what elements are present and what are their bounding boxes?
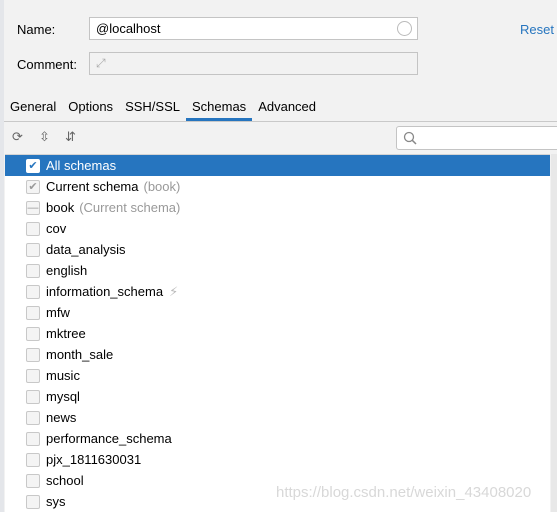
schema-hint: (book): [143, 179, 181, 194]
tab-bar: General Options SSH/SSL Schemas Advanced: [4, 96, 557, 122]
checkbox[interactable]: [26, 452, 40, 467]
schema-label: news: [46, 410, 77, 425]
schema-row[interactable]: data_analysis: [5, 239, 550, 260]
schema-list: ✔ All schemas ✔ Current schema (book) — book (C…: [5, 154, 550, 512]
schema-row[interactable]: music: [5, 365, 550, 386]
schema-row[interactable]: pjx_1811630031: [5, 449, 550, 470]
refresh-icon[interactable]: ⟳: [12, 129, 23, 145]
tab-options[interactable]: Options: [62, 96, 119, 121]
checkbox[interactable]: [26, 473, 40, 488]
checkbox[interactable]: [26, 431, 40, 446]
tab-general[interactable]: General: [4, 96, 62, 121]
checkbox[interactable]: [26, 263, 40, 278]
checkbox[interactable]: ✔: [26, 179, 40, 194]
name-input[interactable]: @localhost: [89, 17, 418, 40]
checkbox[interactable]: [26, 410, 40, 425]
left-edge: [0, 0, 4, 512]
lightning-icon: ⚡: [169, 283, 179, 299]
schema-label: cov: [46, 221, 67, 236]
checkbox[interactable]: [26, 221, 40, 236]
checkbox[interactable]: [26, 284, 40, 299]
comment-label: Comment:: [17, 57, 77, 72]
schema-label: pjx_1811630031: [46, 452, 142, 467]
schema-label: month_sale: [46, 347, 114, 362]
comment-input[interactable]: ⤢: [89, 52, 418, 75]
schema-label: mktree: [46, 326, 86, 341]
schema-row[interactable]: news: [5, 407, 550, 428]
schema-label: english: [46, 263, 88, 278]
schema-label: music: [46, 368, 80, 383]
checkbox[interactable]: [26, 389, 40, 404]
checkbox[interactable]: [26, 494, 40, 509]
schema-row[interactable]: — book (Current schema): [5, 197, 550, 218]
schema-row[interactable]: english: [5, 260, 550, 281]
schema-label: sys: [46, 494, 66, 509]
reset-link[interactable]: Reset: [520, 22, 554, 37]
schema-label: mfw: [46, 305, 70, 320]
expand-icon[interactable]: ⤢: [96, 56, 412, 71]
watermark: https://blog.csdn.net/weixin_43408020: [276, 484, 532, 501]
name-value: @localhost: [96, 21, 161, 36]
scrollbar[interactable]: [551, 154, 557, 512]
schema-label: information_schema: [46, 284, 164, 299]
schema-row[interactable]: month_sale: [5, 344, 550, 365]
tab-schemas[interactable]: Schemas: [185, 96, 253, 121]
schema-row[interactable]: performance_schema: [5, 428, 550, 449]
schema-row[interactable]: cov: [5, 218, 550, 239]
schema-row[interactable]: ✔ Current schema (book): [5, 176, 550, 197]
color-circle-icon[interactable]: [397, 21, 412, 36]
checkbox[interactable]: —: [26, 200, 40, 215]
schema-label: book: [46, 200, 75, 215]
schema-label: school: [46, 473, 84, 488]
expand-all-icon[interactable]: ⇳: [39, 129, 50, 145]
schema-label: data_analysis: [46, 242, 126, 257]
name-label: Name:: [17, 22, 56, 37]
schema-row[interactable]: mfw: [5, 302, 550, 323]
schema-label: performance_schema: [46, 431, 172, 446]
tab-advanced[interactable]: Advanced: [252, 96, 322, 121]
schema-row[interactable]: mysql: [5, 386, 550, 407]
collapse-all-icon[interactable]: ⇵: [65, 129, 76, 145]
search-input[interactable]: [396, 126, 557, 150]
checkbox[interactable]: ✔: [26, 158, 40, 173]
checkbox[interactable]: [26, 305, 40, 320]
tab-sshssl[interactable]: SSH/SSL: [119, 96, 186, 121]
schema-row[interactable]: ✔ All schemas: [5, 155, 550, 176]
checkbox[interactable]: [26, 368, 40, 383]
schema-hint: (Current schema): [79, 200, 181, 215]
checkbox[interactable]: [26, 347, 40, 362]
search-icon: [403, 131, 417, 145]
checkbox[interactable]: [26, 242, 40, 257]
schema-row[interactable]: mktree: [5, 323, 550, 344]
schema-row[interactable]: information_schema ⚡: [5, 281, 550, 302]
schema-label: mysql: [46, 389, 80, 404]
schema-label: All schemas: [46, 158, 117, 173]
schema-label: Current schema: [46, 179, 139, 194]
checkbox[interactable]: [26, 326, 40, 341]
